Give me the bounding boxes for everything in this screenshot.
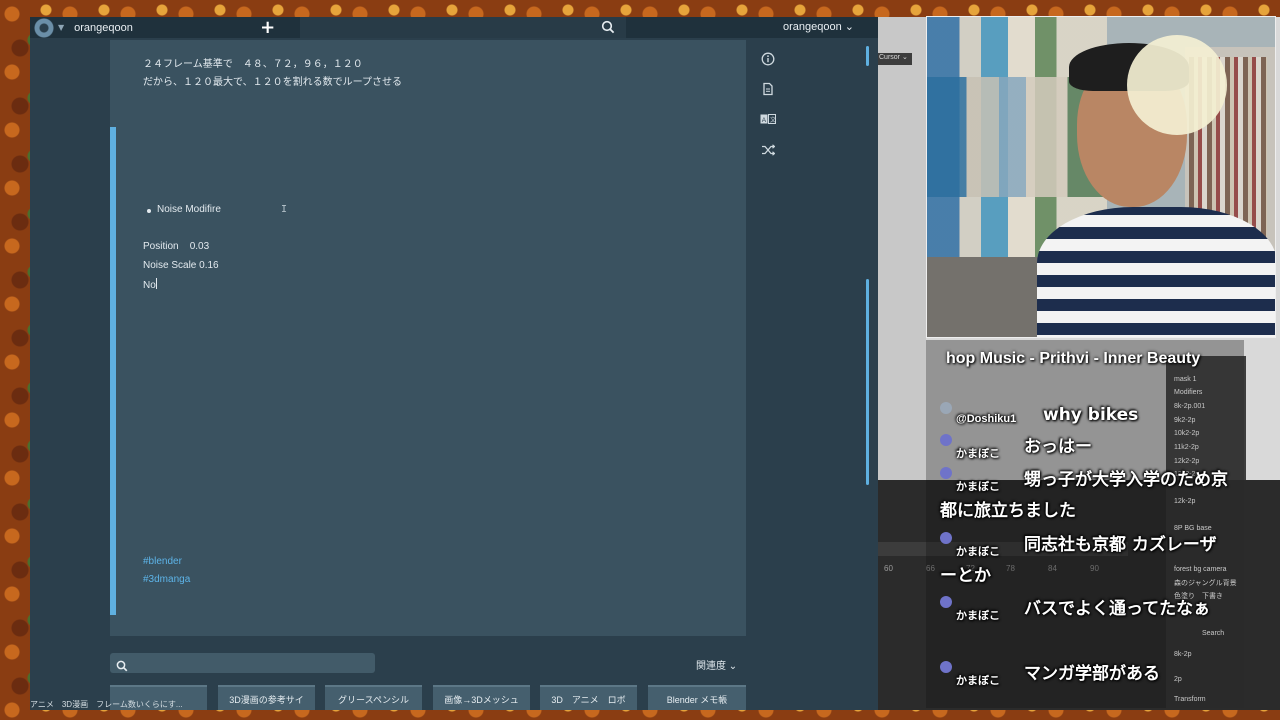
panel-search[interactable]: Search xyxy=(1202,630,1224,637)
info-icon[interactable] xyxy=(760,51,776,67)
tag-blender[interactable]: #blender xyxy=(143,556,182,567)
shuffle-icon[interactable] xyxy=(760,142,776,158)
chat-text: 甥っ子が大学入学のため京都に旅立ちました xyxy=(940,470,1228,521)
note-card-5[interactable]: 3D アニメ ロボ xyxy=(540,685,637,710)
avatar xyxy=(940,661,952,673)
chat-message: かまぼこ 同志社も京都 カズレーザーとか xyxy=(940,530,1230,592)
scrollbar-thumb-secondary[interactable] xyxy=(866,279,869,485)
chat-message: かまぼこ おっはー xyxy=(940,432,1240,463)
now-playing-title: hop Music - Prithvi - Inner Beauty xyxy=(946,350,1201,367)
svg-text:文: 文 xyxy=(770,116,776,124)
chat-username: かまぼこ xyxy=(956,610,1000,622)
top-search-bar[interactable] xyxy=(300,17,626,38)
plus-icon[interactable]: + xyxy=(260,17,275,38)
webcam-feed xyxy=(926,16,1276,338)
chevron-down-icon[interactable]: ▼ xyxy=(58,23,64,32)
panel-row: Transform xyxy=(1174,696,1206,703)
position-line: Position 0.03 xyxy=(143,241,210,252)
chat-username: かまぼこ xyxy=(956,675,1000,687)
text-cursor-icon: I xyxy=(281,204,288,215)
panel-row: mask 1 xyxy=(1174,376,1197,383)
background-side-column xyxy=(878,17,926,497)
webcam-plush-hat xyxy=(1127,35,1227,135)
typing-text: No xyxy=(143,280,156,291)
avatar xyxy=(940,434,952,446)
chat-message: かまぼこ マンガ学部がある xyxy=(940,659,1240,690)
top-bar: ▼ orangeqoon + orangeqoon ⌄ xyxy=(30,17,878,38)
note-card-6[interactable]: Blender メモ帳 xyxy=(648,685,746,710)
chat-message: @Doshiku1 why bikes xyxy=(940,400,1240,431)
chat-username: かまぼこ xyxy=(956,448,1000,460)
bottom-search-input[interactable] xyxy=(110,653,375,673)
document-icon[interactable] xyxy=(760,81,776,97)
note-line-2: だから、１２０最大で、１２０を割れる数でループさせる xyxy=(143,77,402,88)
avatar xyxy=(940,532,952,544)
noise-scale-line: Noise Scale 0.16 xyxy=(143,260,219,271)
chat-message: かまぼこ 甥っ子が大学入学のため京都に旅立ちました xyxy=(940,465,1230,527)
search-icon[interactable] xyxy=(601,19,615,38)
panel-row: 8k-2p xyxy=(1174,651,1192,658)
chat-message: かまぼこ バスでよく通ってたなぁ xyxy=(940,594,1230,625)
chat-text: 同志社も京都 カズレーザーとか xyxy=(940,535,1217,586)
timeline-number: 60 xyxy=(884,564,893,573)
note-card-4[interactable]: 画像→3Dメッシュ xyxy=(433,685,530,710)
bullet-noise-modifire: Noise Modifire xyxy=(157,204,221,215)
sort-dropdown[interactable]: 関連度 ⌄ xyxy=(696,657,737,672)
webcam-person-shirt xyxy=(1037,207,1275,337)
chat-username: @Doshiku1 xyxy=(956,413,1017,425)
note-editor[interactable]: ２４フレーム基準で ４８、７２，９６，１２０ だから、１２０最大で、１２０を割れ… xyxy=(110,40,746,636)
note-card-2[interactable]: 3D漫画の参考サイ xyxy=(218,685,315,710)
avatar xyxy=(940,402,952,414)
chat-username: かまぼこ xyxy=(956,481,1000,493)
scrollbar-thumb[interactable] xyxy=(866,46,869,66)
bullet-dot xyxy=(147,209,151,213)
panel-row: Modifiers xyxy=(1174,389,1203,396)
notes-app-window: ▼ orangeqoon + orangeqoon ⌄ ２４フレーム基準で ４８… xyxy=(30,17,878,710)
avatar xyxy=(940,596,952,608)
logo-icon[interactable] xyxy=(34,17,54,38)
cursor-dropdown[interactable]: Cursor ⌄ xyxy=(878,53,912,65)
note-line-1: ２４フレーム基準で ４８、７２，９６，１２０ xyxy=(143,59,363,70)
user-menu[interactable]: orangeqoon ⌄ xyxy=(783,20,854,33)
note-card-3[interactable]: グリースペンシル xyxy=(325,685,422,710)
svg-text:A: A xyxy=(762,117,767,124)
translate-icon[interactable]: A文 xyxy=(760,111,776,127)
avatar xyxy=(940,467,952,479)
tag-3dmanga[interactable]: #3dmanga xyxy=(143,574,190,585)
team-name[interactable]: orangeqoon xyxy=(74,22,264,34)
typing-line: No xyxy=(143,278,157,291)
chat-username: かまぼこ xyxy=(956,546,1000,558)
status-text: アニメ 3D漫画 フレーム数いくらにす... xyxy=(30,700,183,709)
caret xyxy=(155,278,157,289)
search-icon xyxy=(116,657,128,676)
editor-accent-bar xyxy=(110,127,116,615)
